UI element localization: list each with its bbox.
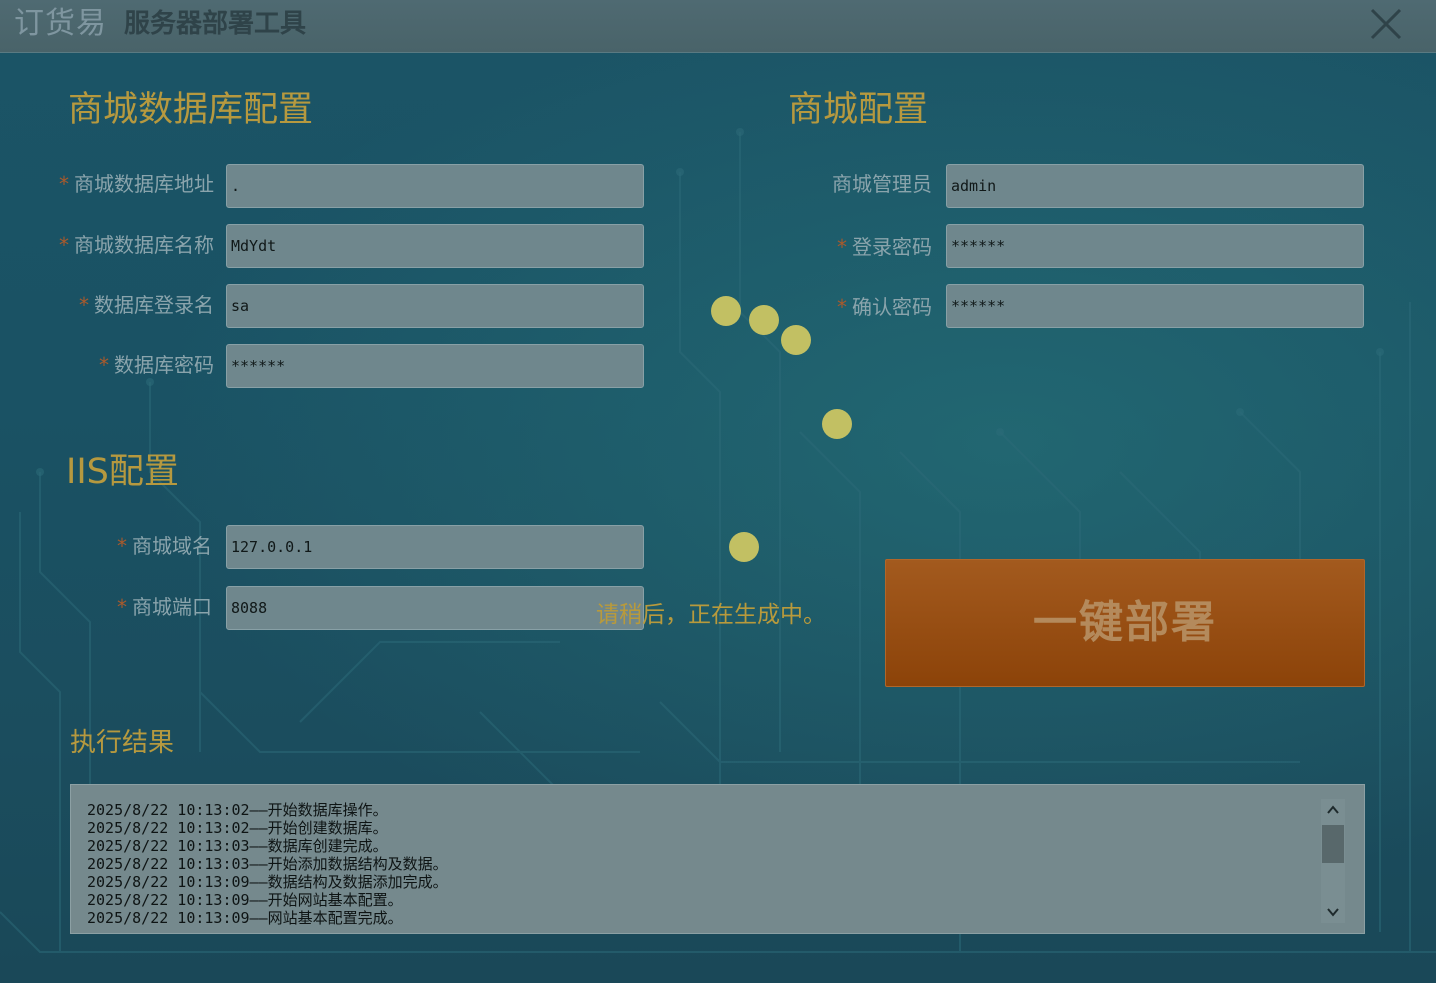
one-click-deploy-button[interactable]: 一键部署: [885, 559, 1365, 687]
db-address-label: * 商城数据库地址: [59, 171, 214, 197]
window-title: 服务器部署工具: [124, 9, 307, 39]
mall-port-label-text: 商城端口: [132, 595, 212, 619]
scroll-up-button[interactable]: [1321, 799, 1345, 821]
confirm-password-label-text: 确认密码: [852, 295, 932, 319]
confirm-password-label: * 确认密码: [837, 294, 932, 320]
db-password-label: * 数据库密码: [99, 352, 214, 378]
spinner-dot: [711, 296, 741, 326]
confirm-password-input[interactable]: [946, 284, 1364, 328]
db-login-label: * 数据库登录名: [79, 292, 214, 318]
db-name-input[interactable]: [226, 224, 644, 268]
login-password-input[interactable]: [946, 224, 1364, 268]
db-config-title: 商城数据库配置: [68, 90, 314, 130]
spinner-dot: [781, 325, 811, 355]
required-mark: *: [837, 235, 847, 259]
iis-config-title: IIS配置: [66, 452, 179, 492]
log-line: 2025/8/22 10:13:02——开始创建数据库。: [87, 819, 388, 837]
mall-config-title: 商城配置: [788, 90, 929, 130]
required-mark: *: [59, 172, 69, 196]
spinner-dot: [822, 409, 852, 439]
log-line: 2025/8/22 10:13:03——开始添加数据结构及数据。: [87, 855, 448, 873]
close-icon: [1370, 8, 1402, 40]
required-mark: *: [117, 534, 127, 558]
db-address-input[interactable]: [226, 164, 644, 208]
app-logo: 订货易: [14, 6, 107, 41]
db-name-label: * 商城数据库名称: [59, 232, 214, 258]
scroll-thumb[interactable]: [1322, 825, 1344, 863]
chevron-up-icon: [1327, 805, 1339, 814]
db-password-input[interactable]: [226, 344, 644, 388]
log-line: 2025/8/22 10:13:09——开始网站基本配置。: [87, 891, 403, 909]
log-line: 2025/8/22 10:13:09——网站基本配置完成。: [87, 909, 403, 927]
db-name-label-text: 商城数据库名称: [74, 233, 214, 257]
log-scrollbar[interactable]: [1321, 799, 1345, 923]
mall-admin-label: 商城管理员: [832, 172, 932, 196]
required-mark: *: [79, 293, 89, 317]
title-bar: 订货易 服务器部署工具: [0, 0, 1436, 53]
close-button[interactable]: [1364, 4, 1408, 44]
login-password-label-text: 登录密码: [852, 235, 932, 259]
loading-message: 请稍后，正在生成中。: [596, 602, 826, 628]
log-line: 2025/8/22 10:13:09——数据结构及数据添加完成。: [87, 873, 448, 891]
spinner-dot: [749, 305, 779, 335]
db-password-label-text: 数据库密码: [114, 353, 214, 377]
required-mark: *: [99, 353, 109, 377]
scroll-down-button[interactable]: [1321, 901, 1345, 923]
mall-port-label: * 商城端口: [117, 594, 212, 620]
db-login-label-text: 数据库登录名: [94, 293, 214, 317]
log-lines: 2025/8/22 10:13:02——开始数据库操作。 2025/8/22 1…: [87, 801, 1287, 927]
chevron-down-icon: [1327, 908, 1339, 917]
required-mark: *: [837, 295, 847, 319]
required-mark: *: [117, 595, 127, 619]
spinner-dot: [729, 532, 759, 562]
mall-domain-label-text: 商城域名: [132, 534, 212, 558]
db-login-input[interactable]: [226, 284, 644, 328]
log-line: 2025/8/22 10:13:02——开始数据库操作。: [87, 801, 388, 819]
mall-port-input[interactable]: [226, 586, 644, 630]
mall-admin-input[interactable]: [946, 164, 1364, 208]
mall-domain-label: * 商城域名: [117, 533, 212, 559]
result-log-box[interactable]: 2025/8/22 10:13:02——开始数据库操作。 2025/8/22 1…: [70, 784, 1365, 934]
required-mark: *: [59, 233, 69, 257]
login-password-label: * 登录密码: [837, 234, 932, 260]
result-title: 执行结果: [70, 728, 175, 758]
mall-domain-input[interactable]: [226, 525, 644, 569]
db-address-label-text: 商城数据库地址: [74, 172, 214, 196]
log-line: 2025/8/22 10:13:03——数据库创建完成。: [87, 837, 388, 855]
